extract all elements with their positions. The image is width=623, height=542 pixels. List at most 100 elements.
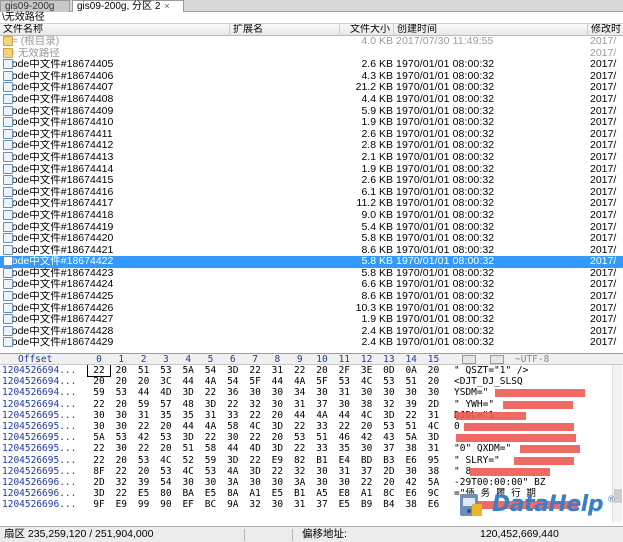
hex-byte[interactable]: BC [200,499,222,510]
hex-byte[interactable]: 4A [200,421,222,432]
hex-byte[interactable]: 31 [333,466,355,477]
hex-byte[interactable]: 20 [110,365,132,376]
hex-byte[interactable]: 31 [289,499,311,510]
column-header-ext[interactable]: 扩展名 [230,24,340,36]
hex-byte[interactable]: 4C [244,421,266,432]
hex-byte[interactable]: 3A [222,477,244,488]
hex-byte[interactable]: 22 [222,399,244,410]
hex-byte[interactable]: 9F [88,499,110,510]
hex-byte[interactable]: EF [177,499,199,510]
hex-byte[interactable]: 3D [177,387,199,398]
hex-byte[interactable]: 8A [222,488,244,499]
hex-byte[interactable]: 20 [423,365,445,376]
hex-byte[interactable]: 35 [333,443,355,454]
hex-byte[interactable]: 22 [289,421,311,432]
hex-byte[interactable]: 20 [110,455,132,466]
hex-byte[interactable]: 44 [177,421,199,432]
hex-byte[interactable]: 3D [423,432,445,443]
hex-byte[interactable]: 20 [356,421,378,432]
hex-byte[interactable]: 42 [400,477,422,488]
hex-byte[interactable]: E9 [110,499,132,510]
hex-byte[interactable]: 53 [200,466,222,477]
hex-byte[interactable]: 53 [155,432,177,443]
hex-byte[interactable]: 5A [400,432,422,443]
hex-byte[interactable]: E4 [333,455,355,466]
hex-byte[interactable]: 22 [88,399,110,410]
table-row[interactable]: Inode中文件#18674406 4.3 KB 1970/01/01 08:00:… [0,70,623,83]
hex-byte[interactable]: 20 [378,477,400,488]
table-row[interactable]: Inode中文件#18674409 5.9 KB 1970/01/01 08:00:… [0,105,623,118]
hex-byte[interactable]: 31 [333,387,355,398]
text-encoding[interactable]: ~UTF-8 [515,354,549,365]
table-row[interactable]: Inode中文件#18674405 2.6 KB 1970/01/01 08:00:… [0,59,623,71]
hex-byte[interactable]: 48 [177,399,199,410]
hex-byte[interactable]: 33 [311,443,333,454]
hex-byte[interactable]: 3D [222,455,244,466]
hex-byte[interactable]: 22 [88,455,110,466]
hex-byte[interactable]: 30 [200,477,222,488]
hex-byte[interactable]: 31 [423,443,445,454]
hex-byte[interactable]: 3D [200,399,222,410]
hex-byte[interactable]: 30 [423,387,445,398]
table-row[interactable]: Inode中文件#18674419 5.4 KB 1970/01/01 08:00:… [0,221,623,234]
page-icon[interactable] [490,355,504,364]
hex-byte[interactable]: 30 [266,399,288,410]
table-row[interactable]: Inode中文件#18674411 2.6 KB 1970/01/01 08:00:… [0,128,623,141]
hex-byte[interactable]: 4C [177,466,199,477]
hex-byte[interactable]: 3E [356,365,378,376]
hex-byte[interactable]: 42 [356,432,378,443]
hex-byte[interactable]: 20 [423,376,445,387]
hex-byte[interactable]: 37 [311,399,333,410]
column-header-modified[interactable]: 修改时 [588,24,623,36]
hex-byte[interactable]: E8 [333,488,355,499]
hex-byte[interactable]: A1 [356,488,378,499]
hex-byte[interactable]: 4A [222,466,244,477]
table-row[interactable]: Inode中文件#18674425 8.6 KB 1970/01/01 08:00:… [0,291,623,303]
hex-byte[interactable]: 30 [311,387,333,398]
hex-byte[interactable]: 51 [400,421,422,432]
column-header-name[interactable]: 文件名称 [0,24,230,36]
table-row[interactable]: Inode中文件#18674426 10.3 KB 1970/01/01 08:00… [0,302,623,315]
hex-byte[interactable]: 0D [378,365,400,376]
hex-byte[interactable]: 31 [289,399,311,410]
hex-byte[interactable]: 22 [289,443,311,454]
table-row[interactable]: Inode中文件#18674412 2.8 KB 1970/01/01 08:00:… [0,140,623,152]
table-row[interactable]: Inode中文件#18674422 5.8 KB 1970/01/01 08:00:… [0,256,623,268]
hex-byte[interactable]: 30 [311,466,333,477]
table-row[interactable]: Inode中文件#18674415 2.6 KB 1970/01/01 08:00:… [0,175,623,187]
hex-byte[interactable]: 95 [423,455,445,466]
hex-byte[interactable]: 31 [266,365,288,376]
table-row[interactable]: Inode中文件#18674416 6.1 KB 1970/01/01 08:00:… [0,186,623,199]
hex-byte[interactable]: 32 [244,499,266,510]
hex-byte[interactable]: 22 [289,365,311,376]
hex-byte[interactable]: 20 [155,421,177,432]
hex-byte[interactable]: 8F [88,466,110,477]
hex-byte[interactable]: 44 [222,443,244,454]
hex-byte[interactable]: 90 [155,499,177,510]
hex-byte[interactable]: 22 [244,365,266,376]
hex-byte[interactable]: 30 [266,477,288,488]
table-row[interactable]: Inode中文件#18674408 4.4 KB 1970/01/01 08:00:… [0,93,623,106]
hex-byte[interactable]: 3D [88,488,110,499]
hex-byte[interactable]: E5 [266,488,288,499]
hex-byte[interactable]: 4C [423,421,445,432]
hex-byte[interactable]: 53 [289,432,311,443]
hex-byte[interactable]: 99 [133,499,155,510]
table-row[interactable]: Inode中文件#18674414 1.9 KB 1970/01/01 08:00:… [0,163,623,176]
hex-byte[interactable]: 2F [333,365,355,376]
tab-disk[interactable]: gis09-200g [0,0,70,12]
hex-byte[interactable]: 4A [200,376,222,387]
hex-byte[interactable]: 53 [333,376,355,387]
hex-byte[interactable]: 32 [378,399,400,410]
hex-byte[interactable]: 51 [133,365,155,376]
hex-byte[interactable]: 82 [289,455,311,466]
hex-byte[interactable]: 3D [222,365,244,376]
hex-byte[interactable]: 9A [222,499,244,510]
hex-byte[interactable]: 35 [155,410,177,421]
hex-byte[interactable]: 22 [200,432,222,443]
hex-byte[interactable]: 20 [133,376,155,387]
table-row[interactable]: Inode中文件#18674417 11.2 KB 1970/01/01 08:00… [0,198,623,210]
hex-byte[interactable]: 30 [244,387,266,398]
hex-byte[interactable]: 32 [110,477,132,488]
hex-byte[interactable]: B9 [356,499,378,510]
